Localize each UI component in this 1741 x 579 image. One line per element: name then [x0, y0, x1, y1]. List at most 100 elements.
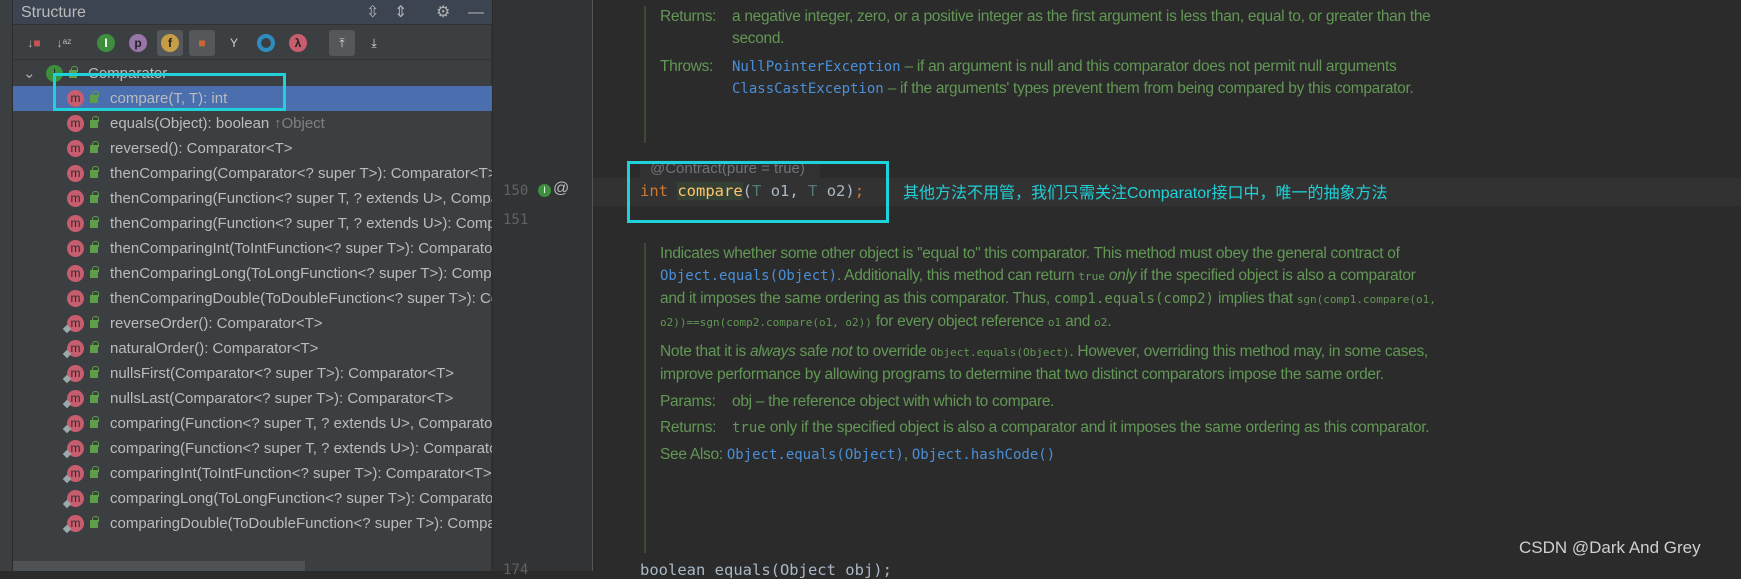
highlight-box — [627, 161, 889, 223]
doc-text: . — [1107, 313, 1112, 330]
public-icon — [90, 516, 99, 528]
at-annotation-icon[interactable]: @ — [553, 180, 569, 198]
tree-item-method[interactable]: m reverseOrder(): Comparator<T> — [13, 311, 492, 336]
see-also-link[interactable]: Object.equals(Object) — [727, 447, 904, 463]
tree-item-method[interactable]: m thenComparingDouble(ToDoubleFunction<? … — [13, 286, 492, 311]
tree-item-method[interactable]: m reversed(): Comparator<T> — [13, 136, 492, 161]
code-true: true — [1078, 270, 1105, 283]
horizontal-scrollbar[interactable] — [13, 561, 305, 571]
see-also-tag: See Also: — [660, 446, 723, 463]
show-inherited-icon[interactable]: I — [93, 30, 119, 56]
method-label: thenComparing(Comparator<? super T>): Co… — [110, 165, 492, 182]
public-icon — [90, 366, 99, 378]
highlight-box — [53, 73, 286, 111]
doc-text: Indicates whether some other object is "… — [660, 245, 1400, 262]
public-icon — [90, 466, 99, 478]
chevron-down-icon[interactable]: ⌄ — [23, 61, 36, 86]
implemented-icon[interactable]: I — [538, 184, 551, 197]
method-icon: m — [67, 140, 84, 157]
side-tool-strip — [0, 0, 13, 571]
see-also-link[interactable]: Object.hashCode() — [912, 447, 1055, 463]
watermark: CSDN @Dark And Grey — [1519, 538, 1701, 557]
method-label: thenComparingInt(ToIntFunction<? super T… — [110, 240, 492, 257]
expand-all-icon[interactable]: ⇳ — [366, 0, 379, 25]
method-label: comparingLong(ToLongFunction<? super T>)… — [110, 490, 492, 507]
code-true: true — [732, 420, 766, 436]
public-icon — [90, 241, 99, 253]
collapse-all-icon[interactable]: ⇕ — [394, 0, 407, 25]
method-label: thenComparingDouble(ToDoubleFunction<? s… — [110, 290, 492, 307]
tree-item-method[interactable]: m comparing(Function<? super T, ? extends… — [13, 436, 492, 461]
annotation-note: 其他方法不用管，我们只需关注Comparator接口中，唯一的抽象方法 — [903, 185, 1388, 202]
tree-item-method[interactable]: m thenComparingInt(ToIntFunction<? super … — [13, 236, 492, 261]
npe-link[interactable]: NullPointerException — [732, 59, 901, 75]
show-fields-icon[interactable]: f — [157, 30, 183, 56]
doc-text: safe — [795, 343, 832, 360]
method-label: thenComparingLong(ToLongFunction<? super… — [110, 265, 492, 282]
tree-item-method[interactable]: m comparingDouble(ToDoubleFunction<? supe… — [13, 511, 492, 536]
public-icon — [90, 216, 99, 228]
doc-text: and — [1061, 313, 1095, 330]
params-text: obj – the reference object with which to… — [732, 393, 1055, 410]
autoscroll-to-source-icon[interactable]: ⤒ — [329, 30, 355, 56]
params-tag: Params: — [660, 393, 716, 410]
doc-text: to override — [852, 343, 931, 360]
emphasis: not — [831, 343, 853, 360]
returns-tag: Returns: — [660, 8, 717, 25]
emphasis: always — [749, 343, 796, 360]
public-icon — [90, 316, 99, 328]
public-icon — [90, 341, 99, 353]
gear-icon[interactable]: ⚙ — [436, 0, 450, 25]
autoscroll-from-source-icon[interactable]: ⤓ — [361, 30, 387, 56]
show-properties-icon[interactable]: p — [125, 30, 151, 56]
public-icon — [90, 391, 99, 403]
method-label: nullsLast(Comparator<? super T>): Compar… — [110, 390, 454, 407]
method-label: comparingDouble(ToDoubleFunction<? super… — [110, 515, 492, 532]
cce-link[interactable]: ClassCastException — [732, 81, 884, 97]
public-icon — [90, 141, 99, 153]
method-label: comparing(Function<? super T, ? extends … — [110, 415, 492, 432]
javadoc-equals: Indicates whether some other object is "… — [644, 243, 1444, 553]
minimize-icon[interactable]: — — [468, 0, 484, 25]
tree-item-method[interactable]: m thenComparing(Function<? super T, ? ext… — [13, 211, 492, 236]
throws-text: – if an argument is null and this compar… — [900, 58, 1397, 75]
public-icon — [90, 116, 99, 128]
structure-header: Structure ⇳ ⇕ ⚙ — — [13, 0, 492, 25]
line-number: 151 — [503, 212, 529, 228]
sort-alphabetically-icon[interactable]: ↓ᵃᶻ — [51, 30, 77, 56]
method-label: reverseOrder(): Comparator<T> — [110, 315, 323, 332]
object-equals-link[interactable]: Object.equals(Object) — [660, 268, 837, 284]
tree-item-method[interactable]: m comparingLong(ToLongFunction<? super T>… — [13, 486, 492, 511]
show-lambdas-icon[interactable] — [253, 30, 279, 56]
tree-item-method[interactable]: m naturalOrder(): Comparator<T> — [13, 336, 492, 361]
tree-item-method[interactable]: m nullsFirst(Comparator<? super T>): Comp… — [13, 361, 492, 386]
code-text: Object.equals(Object) — [930, 346, 1070, 359]
tree-item-method[interactable]: m nullsLast(Comparator<? super T>): Compa… — [13, 386, 492, 411]
method-label: thenComparing(Function<? super T, ? exte… — [110, 190, 492, 207]
tree-item-method[interactable]: m comparing(Function<? super T, ? extends… — [13, 411, 492, 436]
method-icon: m — [67, 265, 84, 282]
structure-panel: Structure ⇳ ⇕ ⚙ — ↓ ■ ↓ᵃᶻ I p f ■ Y λ ⤒ ⤓… — [0, 0, 492, 571]
doc-text: implies that — [1214, 290, 1297, 307]
tree-item-method[interactable]: m equals(Object): boolean ↑Object — [13, 111, 492, 136]
tree-item-method[interactable]: m comparingInt(ToIntFunction<? super T>):… — [13, 461, 492, 486]
emphasis: only — [1108, 267, 1137, 284]
method-icon: m — [67, 215, 84, 232]
tree-item-method[interactable]: m thenComparing(Function<? super T, ? ext… — [13, 186, 492, 211]
lambda-icon[interactable]: λ — [285, 30, 311, 56]
code-text: comp1.equals(comp2) — [1053, 291, 1214, 307]
public-icon — [90, 416, 99, 428]
public-icon — [90, 266, 99, 278]
sort-by-visibility-icon[interactable]: ↓ ■ — [21, 30, 47, 56]
show-anonymous-icon[interactable]: Y — [221, 30, 247, 56]
tree-item-method[interactable]: m thenComparing(Comparator<? super T>): C… — [13, 161, 492, 186]
public-icon — [90, 291, 99, 303]
method-icon: m — [67, 115, 84, 132]
public-icon — [90, 191, 99, 203]
doc-text: Note that it is — [660, 343, 750, 360]
tree-item-method[interactable]: m thenComparingLong(ToLongFunction<? supe… — [13, 261, 492, 286]
show-non-public-icon[interactable]: ■ — [189, 30, 215, 56]
panel-title: Structure — [21, 4, 86, 21]
method-label: naturalOrder(): Comparator<T> — [110, 340, 319, 357]
line-number: 174 — [503, 562, 529, 578]
